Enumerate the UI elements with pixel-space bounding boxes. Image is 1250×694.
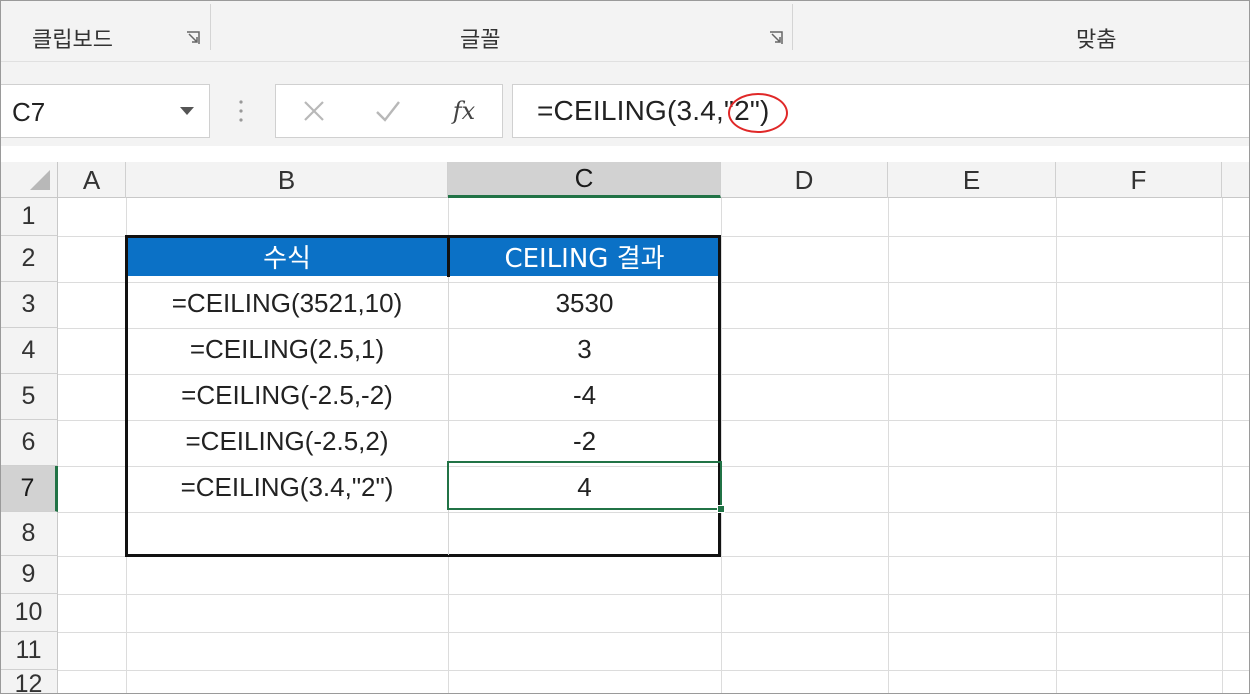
gridline (1056, 198, 1057, 694)
dialog-launcher-icon[interactable] (768, 30, 784, 46)
fill-handle[interactable] (717, 505, 725, 513)
row-header-8[interactable]: 8 (0, 512, 58, 556)
formula-input[interactable]: =CEILING(3.4,"2") (512, 84, 1250, 138)
ribbon-group-alignment[interactable]: 맞춤 (1076, 22, 1116, 54)
ribbon-separator (210, 4, 211, 50)
row-header-4[interactable]: 4 (0, 328, 58, 374)
check-icon (376, 101, 400, 122)
row-header-10[interactable]: 10 (0, 594, 58, 632)
column-header-a[interactable]: A (58, 162, 126, 198)
gridline (1222, 198, 1223, 694)
enter-button[interactable] (358, 85, 418, 137)
column-header-c[interactable]: C (448, 162, 721, 198)
row-header-11[interactable]: 11 (0, 632, 58, 670)
row-header-2[interactable]: 2 (0, 236, 58, 282)
gridline (58, 594, 1250, 595)
formula-buttons: fx (275, 84, 503, 138)
name-box-value: C7 (12, 97, 46, 127)
row-header-9[interactable]: 9 (0, 556, 58, 594)
x-icon (304, 101, 324, 121)
function-icon: fx (452, 97, 476, 125)
column-header-d[interactable]: D (721, 162, 888, 198)
row-header-3[interactable]: 3 (0, 282, 58, 328)
gridline (888, 198, 889, 694)
drag-handle-icon[interactable] (236, 96, 246, 126)
gridline (58, 670, 1250, 671)
row-header-12[interactable]: 12 (0, 670, 58, 694)
gridline (721, 198, 722, 694)
ribbon-separator (792, 4, 793, 50)
table-divider (448, 277, 449, 555)
gridline (58, 632, 1250, 633)
dialog-launcher-icon[interactable] (185, 30, 201, 46)
cancel-button[interactable] (284, 85, 344, 137)
column-header-f[interactable]: F (1056, 162, 1222, 198)
column-header-g[interactable] (1222, 162, 1250, 198)
insert-function-button[interactable]: fx (434, 85, 494, 137)
column-header-b[interactable]: B (126, 162, 448, 198)
chevron-down-icon[interactable] (180, 107, 194, 115)
row-header-5[interactable]: 5 (0, 374, 58, 420)
name-box[interactable]: C7 (0, 84, 210, 138)
row-header-7[interactable]: 7 (0, 466, 58, 512)
annotation-circle (728, 93, 788, 133)
column-header-e[interactable]: E (888, 162, 1056, 198)
row-header-6[interactable]: 6 (0, 420, 58, 466)
row-header-1[interactable]: 1 (0, 198, 58, 236)
table-divider (447, 235, 450, 277)
ribbon-group-font[interactable]: 글꼴 (460, 22, 500, 54)
active-cell-selection[interactable] (447, 461, 722, 510)
select-all-icon (30, 170, 50, 190)
ribbon-group-clipboard[interactable]: 클립보드 (32, 22, 113, 54)
